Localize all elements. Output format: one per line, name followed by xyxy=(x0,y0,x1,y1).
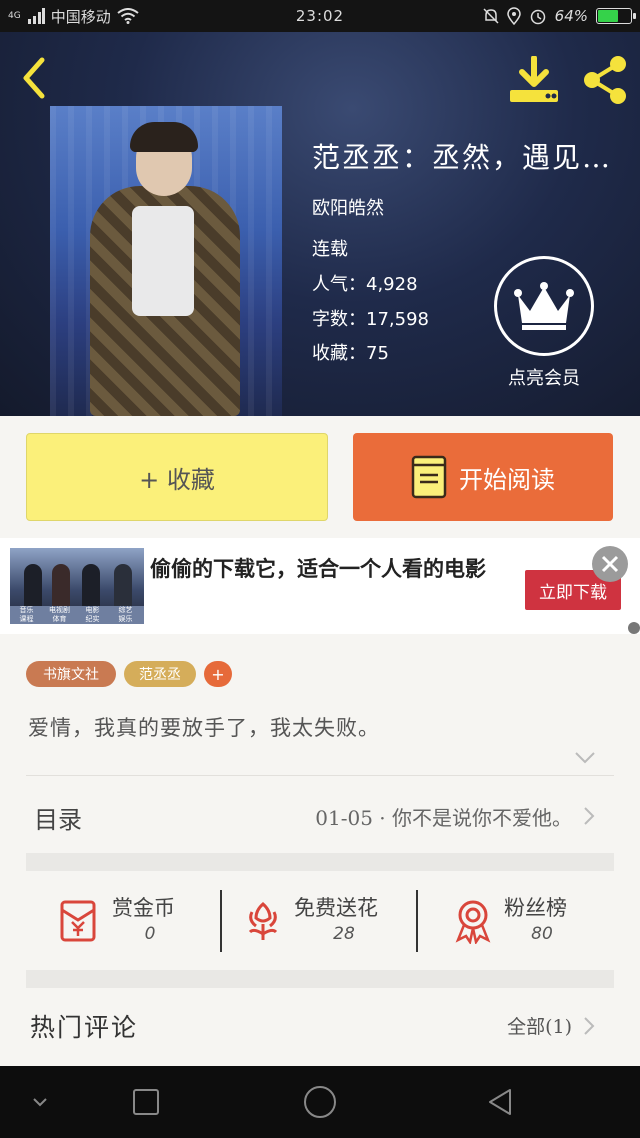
nav-recents-button[interactable] xyxy=(128,1084,164,1120)
fans-value: 80 xyxy=(531,924,553,944)
download-icon[interactable] xyxy=(508,56,560,104)
crown-icon xyxy=(514,282,574,330)
chevron-right-icon xyxy=(584,807,595,825)
add-tag-button[interactable]: + xyxy=(204,661,232,687)
ad-figure xyxy=(24,564,42,608)
system-nav-bar xyxy=(0,1066,640,1138)
ad-info-icon[interactable] xyxy=(628,622,640,634)
flower-icon xyxy=(248,902,278,940)
ad-thumb-label: 电视剧 xyxy=(49,606,70,614)
nav-back-button[interactable] xyxy=(482,1084,518,1120)
stats-row: 赏金币 0 免费送花 28 粉丝榜 80 xyxy=(26,872,614,970)
share-icon[interactable] xyxy=(580,54,630,106)
toc-label: 目录 xyxy=(34,806,82,834)
clock: 23:02 xyxy=(295,7,345,25)
ad-thumb-label: 娱乐 xyxy=(118,615,133,623)
divider xyxy=(416,890,418,952)
square-icon xyxy=(133,1089,159,1115)
section-separator xyxy=(26,970,614,988)
vip-button[interactable]: 点亮会员 xyxy=(494,256,594,390)
ad-thumb-grid: 音乐 电视剧 电影 综艺 课程 体育 纪实 娱乐 xyxy=(10,606,144,624)
ad-text: 偷偷的下载它，适合一个人看的电影 xyxy=(150,557,486,581)
fans-label: 粉丝榜 xyxy=(504,896,567,920)
vip-label: 点亮会员 xyxy=(508,368,580,389)
hot-comments-header[interactable]: 热门评论 全部(1) xyxy=(26,988,614,1066)
start-reading-button[interactable]: 开始阅读 xyxy=(353,433,613,521)
nav-home-button[interactable] xyxy=(302,1084,338,1120)
battery-icon xyxy=(596,8,636,24)
ad-figure xyxy=(114,564,132,608)
ad-banner[interactable]: 音乐 电视剧 电影 综艺 课程 体育 纪实 娱乐 偷偷的下载它，适合一个人看的电… xyxy=(0,538,640,634)
cover-shirt xyxy=(132,206,194,316)
ad-figure xyxy=(82,564,100,608)
book-status: 连载 xyxy=(312,239,348,260)
status-bar: 4G 中国移动 23:02 64% xyxy=(0,0,640,32)
cover-hair xyxy=(130,122,198,152)
add-favorite-button[interactable]: + 收藏 xyxy=(26,433,328,521)
triangle-back-icon xyxy=(489,1089,511,1115)
vip-badge xyxy=(494,256,594,356)
chevron-right-icon xyxy=(584,1017,595,1035)
book-icon xyxy=(411,455,447,499)
close-icon xyxy=(601,555,619,573)
flower-label: 免费送花 xyxy=(294,896,378,920)
table-of-contents-row[interactable]: 目录 01-05 · 你不是说你不爱他。 xyxy=(26,776,614,856)
ad-thumb-label: 课程 xyxy=(19,615,34,623)
free-flowers[interactable]: 免费送花 28 xyxy=(224,872,416,970)
ad-thumb-label: 电影 xyxy=(85,606,100,614)
ad-thumb-label: 体育 xyxy=(52,615,67,623)
book-popularity: 人气：4,928 xyxy=(312,274,418,295)
flower-value: 28 xyxy=(333,924,355,944)
book-title: 范丞丞：丞然，遇见… xyxy=(312,141,613,174)
section-separator xyxy=(26,853,614,871)
ad-close-button[interactable] xyxy=(592,546,628,582)
ad-thumb-label: 纪实 xyxy=(85,615,100,623)
book-synopsis: 爱情，我真的要放手了，我太失败。 xyxy=(28,716,380,740)
latest-chapter: 01-05 · 你不是说你不爱他。 xyxy=(315,806,572,830)
tag-subject[interactable]: 范丞丞 xyxy=(124,661,196,687)
start-reading-label: 开始阅读 xyxy=(459,465,555,494)
chevron-down-icon xyxy=(33,1098,47,1107)
book-header: 范丞丞：丞然，遇见… 欧阳皓然 连载 人气：4,928 字数：17,598 收藏… xyxy=(0,32,640,416)
reward-coins[interactable]: 赏金币 0 xyxy=(26,872,218,970)
ad-thumb-label: 音乐 xyxy=(19,606,34,614)
book-cover[interactable] xyxy=(50,106,282,416)
reward-value: 0 xyxy=(144,924,156,944)
fans-ranking[interactable]: 粉丝榜 80 xyxy=(420,872,614,970)
red-envelope-icon xyxy=(60,900,96,942)
book-favorites: 收藏：75 xyxy=(312,343,389,364)
book-word-count: 字数：17,598 xyxy=(312,309,429,330)
back-icon[interactable] xyxy=(16,56,56,100)
reward-label: 赏金币 xyxy=(112,896,175,920)
divider xyxy=(220,890,222,952)
book-author[interactable]: 欧阳皓然 xyxy=(312,194,384,220)
battery-fill xyxy=(598,10,619,22)
nav-hide-button[interactable] xyxy=(22,1084,58,1120)
ad-thumbnail: 音乐 电视剧 电影 综艺 课程 体育 纪实 娱乐 xyxy=(10,548,144,624)
medal-icon xyxy=(455,900,491,944)
ad-figure xyxy=(52,564,70,608)
all-comments-link[interactable]: 全部(1) xyxy=(507,1012,572,1039)
tag-publisher[interactable]: 书旗文社 xyxy=(26,661,116,687)
circle-icon xyxy=(304,1086,336,1118)
chevron-down-icon[interactable] xyxy=(574,750,596,766)
hot-comments-title: 热门评论 xyxy=(30,1013,139,1042)
ad-thumb-label: 综艺 xyxy=(118,606,133,614)
